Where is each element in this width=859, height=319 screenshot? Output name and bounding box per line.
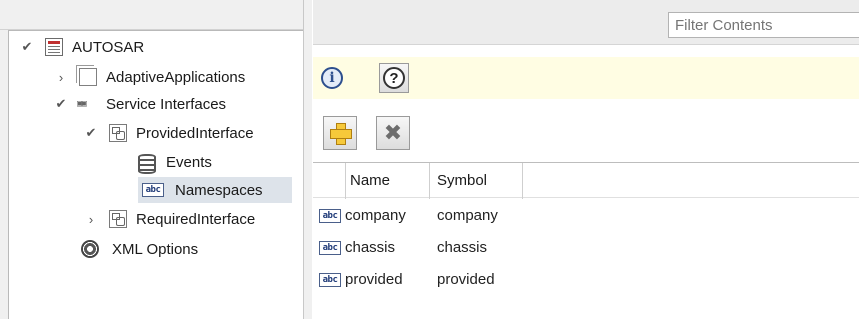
- tree-label-required-interface: RequiredInterface: [136, 210, 256, 228]
- cell-symbol[interactable]: provided: [437, 271, 495, 288]
- tree-label-events: Events: [166, 153, 212, 171]
- tree-label-provided-interface: ProvidedInterface: [136, 124, 254, 142]
- cell-name[interactable]: provided: [345, 271, 403, 288]
- expanded-chevron-icon[interactable]: ✔: [19, 39, 35, 55]
- cell-symbol[interactable]: company: [437, 207, 498, 224]
- table-row[interactable]: abc company company: [313, 200, 859, 232]
- folder-icon: [79, 68, 97, 86]
- tree-node-namespaces[interactable]: abc Namespaces: [138, 177, 292, 203]
- help-button[interactable]: ?: [379, 63, 409, 93]
- abc-icon: abc: [319, 241, 341, 255]
- content-pane: i ? ✖ Name Symbol abc company company ab…: [313, 0, 859, 319]
- help-bar: i ?: [313, 57, 859, 99]
- column-separator: [345, 163, 346, 199]
- add-button[interactable]: [323, 116, 357, 150]
- info-icon: i: [321, 67, 343, 89]
- filter-input[interactable]: [668, 12, 859, 38]
- abc-icon: abc: [142, 183, 164, 197]
- collapsed-chevron-icon[interactable]: ›: [53, 69, 69, 85]
- column-separator: [522, 163, 523, 199]
- tree-node-events[interactable]: Events: [137, 149, 215, 175]
- collapsed-chevron-icon[interactable]: ›: [83, 211, 99, 227]
- abc-icon: abc: [319, 209, 341, 223]
- tree-label-namespaces: Namespaces: [175, 181, 263, 199]
- tree-label-adaptive-applications: AdaptiveApplications: [106, 68, 246, 86]
- tree-node-provided-interface[interactable]: ✔ ProvidedInterface: [83, 120, 257, 146]
- add-icon: [329, 122, 352, 145]
- filter-bar: [313, 0, 859, 45]
- tree-body: ✔ AUTOSAR › AdaptiveApplications ✔ ▣▣ Se…: [8, 30, 303, 319]
- abc-icon: abc: [319, 273, 341, 287]
- pane-splitter[interactable]: [303, 0, 312, 319]
- column-header-symbol[interactable]: Symbol: [437, 172, 487, 189]
- tree-label-service-interfaces: Service Interfaces: [106, 95, 227, 113]
- tree-label-xml-options: XML Options: [112, 240, 199, 258]
- delete-button[interactable]: ✖: [376, 116, 410, 150]
- events-database-icon: [137, 153, 156, 174]
- tree-label-autosar: AUTOSAR: [72, 38, 145, 56]
- help-icon: ?: [383, 67, 405, 89]
- interfaces-group-icon: ▣▣: [77, 99, 87, 109]
- gear-icon: [81, 240, 99, 258]
- table-row[interactable]: abc provided provided: [313, 264, 859, 296]
- autosar-package-icon: [45, 38, 63, 56]
- expanded-chevron-icon[interactable]: ✔: [53, 96, 69, 112]
- expanded-chevron-icon[interactable]: ✔: [83, 125, 99, 141]
- table-header: Name Symbol: [313, 162, 859, 199]
- column-separator: [429, 163, 430, 199]
- delete-icon: ✖: [383, 120, 403, 145]
- tree-node-adaptive-applications[interactable]: › AdaptiveApplications: [53, 64, 248, 90]
- column-header-name[interactable]: Name: [350, 172, 390, 189]
- cell-name[interactable]: chassis: [345, 239, 395, 256]
- tree-header: [0, 0, 303, 30]
- cell-symbol[interactable]: chassis: [437, 239, 487, 256]
- tree-node-required-interface[interactable]: › RequiredInterface: [83, 206, 258, 232]
- tree-node-autosar[interactable]: ✔ AUTOSAR: [19, 34, 147, 60]
- cell-name[interactable]: company: [345, 207, 406, 224]
- info-button[interactable]: i: [317, 63, 347, 93]
- interface-icon: [109, 124, 127, 142]
- interface-icon: [109, 210, 127, 228]
- tree-node-service-interfaces[interactable]: ✔ ▣▣ Service Interfaces: [53, 91, 229, 117]
- tree-node-xml-options[interactable]: XML Options: [81, 236, 201, 262]
- table-row[interactable]: abc chassis chassis: [313, 232, 859, 264]
- tree-pane: ✔ AUTOSAR › AdaptiveApplications ✔ ▣▣ Se…: [0, 0, 303, 319]
